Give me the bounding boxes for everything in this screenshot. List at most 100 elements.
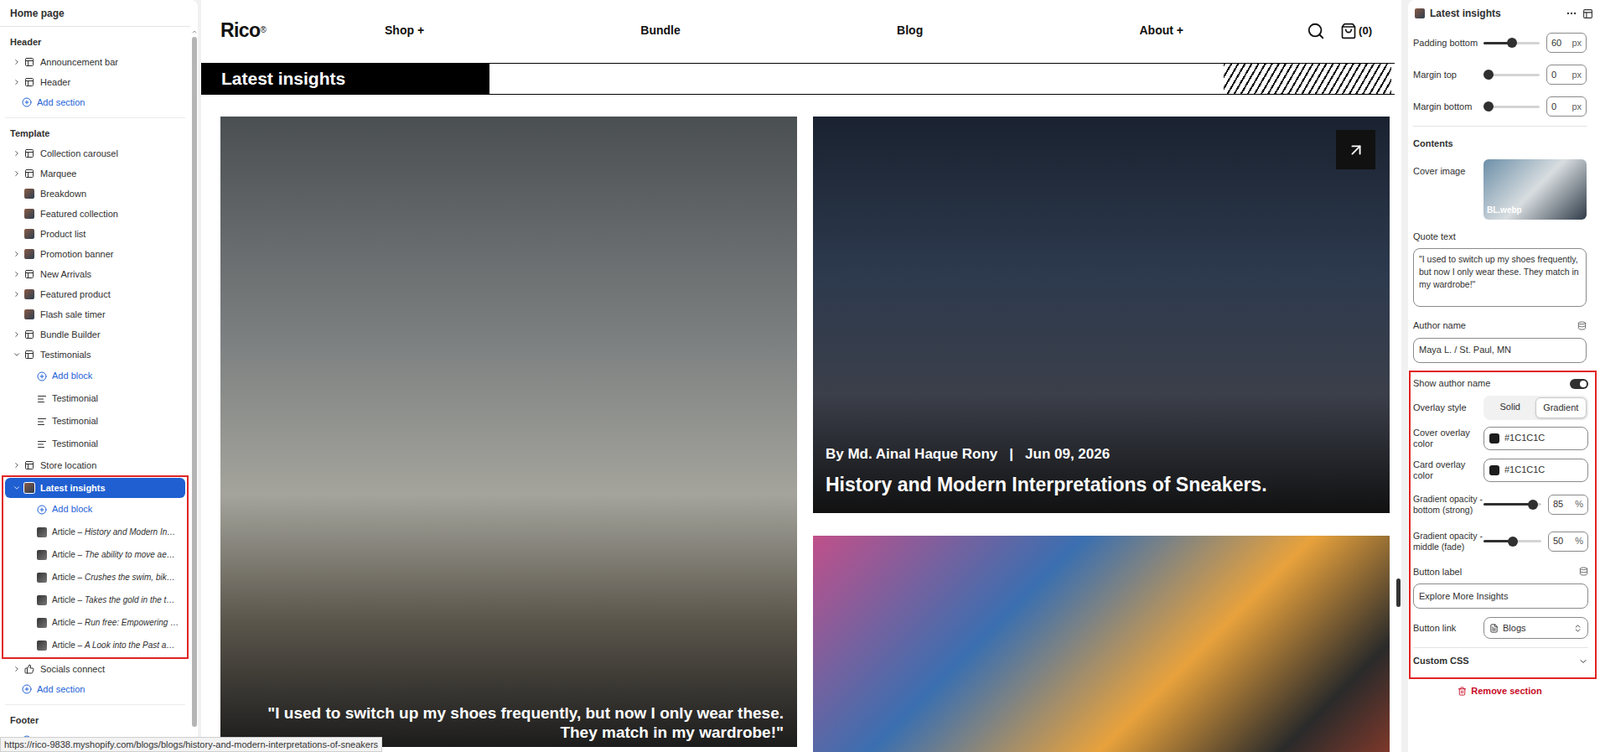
section-title-bar: Latest insights xyxy=(201,62,1395,95)
expand-icon[interactable] xyxy=(12,57,21,67)
article-block[interactable]: Article – A Look into the Past a… xyxy=(5,633,186,657)
article-card[interactable]: By Md. Ainal Haque Rony|Jun 09, 2026Hist… xyxy=(812,116,1390,513)
spacing-slider[interactable] xyxy=(1483,36,1540,49)
sidebar-item[interactable]: Store location xyxy=(5,455,186,476)
expand-icon[interactable] xyxy=(12,169,21,178)
opacity-slider[interactable] xyxy=(1483,535,1542,548)
feature-card[interactable]: "I used to switch up my shoes frequently… xyxy=(220,116,798,747)
segment-option[interactable]: Gradient xyxy=(1535,397,1588,419)
article-block[interactable]: Article – Run free: Empowering … xyxy=(5,611,186,634)
sidebar-title: Home page xyxy=(0,0,191,27)
author-input[interactable]: Maya L. / St. Paul, MN xyxy=(1413,337,1587,363)
sidebar-item[interactable]: Testimonials xyxy=(5,344,186,365)
sidebar-item[interactable]: Collection carousel xyxy=(5,143,186,164)
color-swatch[interactable] xyxy=(1489,433,1500,444)
sidebar-item[interactable]: Featured collection xyxy=(5,203,186,224)
button-link-select[interactable]: Blogs xyxy=(1483,616,1589,639)
article-block[interactable]: Article – Takes the gold in the t… xyxy=(5,588,186,612)
slider-thumb[interactable] xyxy=(1506,37,1518,48)
color-swatch[interactable] xyxy=(1489,465,1500,476)
add-block-button[interactable]: Add block xyxy=(5,364,186,388)
number-input[interactable]: 50% xyxy=(1548,531,1589,552)
slider-thumb[interactable] xyxy=(1483,101,1494,112)
collapse-icon[interactable] xyxy=(12,483,21,492)
add-section-button[interactable]: Add section xyxy=(5,92,186,113)
nav-link[interactable]: About + xyxy=(1139,21,1184,40)
article-block[interactable]: Article – The ability to move ae… xyxy=(5,543,186,566)
nav-link[interactable]: Blog xyxy=(896,21,923,40)
sidebar-item[interactable]: Bundle Builder xyxy=(5,324,186,345)
show-author-toggle[interactable] xyxy=(1569,378,1589,389)
article-open-button[interactable] xyxy=(1335,129,1376,170)
sidebar-item[interactable]: Announcement bar xyxy=(5,51,186,73)
testimonial-block[interactable]: Testimonial xyxy=(5,387,186,410)
expand-icon[interactable] xyxy=(12,269,21,279)
sidebar-scrollbar[interactable] xyxy=(190,0,198,752)
color-input[interactable]: #1C1C1C xyxy=(1483,458,1589,482)
sidebar-item[interactable]: Header xyxy=(5,72,186,93)
spacing-slider[interactable] xyxy=(1483,68,1540,81)
quote-setting: Quote text"I used to switch up my shoes … xyxy=(1413,229,1587,308)
segment-option[interactable]: Solid xyxy=(1485,397,1536,419)
testimonial-block[interactable]: Testimonial xyxy=(5,432,186,456)
add-section-button[interactable]: Add section xyxy=(5,678,186,700)
number-input[interactable]: 0px xyxy=(1546,64,1587,85)
cart-icon xyxy=(1340,22,1357,40)
section-icon xyxy=(24,148,35,159)
dynamic-source-icon[interactable] xyxy=(1579,566,1589,576)
store-logo[interactable]: Rico® xyxy=(220,15,385,46)
opacity-slider[interactable] xyxy=(1483,498,1542,511)
section-icon xyxy=(24,349,35,360)
scroll-thumb[interactable] xyxy=(1396,578,1401,607)
panel-toggle-icon[interactable] xyxy=(1582,8,1594,20)
nav-link[interactable]: Bundle xyxy=(640,21,680,40)
sidebar-item[interactable]: Promotion banner xyxy=(5,243,186,265)
sidebar-item[interactable]: Product list xyxy=(5,223,186,244)
number-input[interactable]: 60px xyxy=(1546,32,1587,53)
number-input[interactable]: 0px xyxy=(1546,96,1587,117)
spacing-slider[interactable] xyxy=(1483,100,1540,113)
scroll-up-icon[interactable] xyxy=(191,28,198,36)
more-icon[interactable] xyxy=(1565,7,1578,20)
expand-icon[interactable] xyxy=(12,149,21,158)
button-label-input[interactable]: Explore More Insights xyxy=(1413,583,1589,609)
opacity-setting: Gradient opacity - middle (fade)50% xyxy=(1413,522,1589,560)
expand-icon[interactable] xyxy=(12,77,21,87)
add-block-button[interactable]: Add block xyxy=(5,497,186,521)
cart-button[interactable]: (0) xyxy=(1340,22,1373,40)
slider-thumb[interactable] xyxy=(1507,536,1518,547)
expand-icon[interactable] xyxy=(12,664,21,674)
expand-icon[interactable] xyxy=(12,330,21,339)
article-card[interactable] xyxy=(812,535,1390,752)
color-input[interactable]: #1C1C1C xyxy=(1483,426,1589,451)
sidebar-item[interactable]: Socials connect xyxy=(5,658,186,679)
sidebar-item[interactable]: Featured product xyxy=(5,284,186,305)
testimonial-block[interactable]: Testimonial xyxy=(5,409,186,433)
collapse-icon[interactable] xyxy=(12,350,21,359)
nav-link[interactable]: Shop + xyxy=(384,21,425,40)
slider-thumb[interactable] xyxy=(1483,69,1494,80)
expand-icon[interactable] xyxy=(12,460,21,470)
custom-css-toggle[interactable]: Custom CSS xyxy=(1413,647,1589,674)
expand-icon[interactable] xyxy=(12,289,21,299)
preview-scrollbar[interactable] xyxy=(1394,0,1402,752)
number-input[interactable]: 85% xyxy=(1548,494,1589,515)
search-icon[interactable] xyxy=(1306,21,1326,41)
expand-icon[interactable] xyxy=(12,249,21,259)
article-block[interactable]: Article – Crushes the swim, bik… xyxy=(5,565,186,589)
group-label: Footer xyxy=(5,709,186,731)
sidebar-item[interactable]: Flash sale timer xyxy=(5,304,186,325)
sidebar-item[interactable]: Marquee xyxy=(5,163,186,184)
sidebar-item[interactable]: Breakdown xyxy=(5,183,186,204)
remove-section-button[interactable]: Remove section xyxy=(1413,682,1587,700)
sidebar-item[interactable]: Latest insights xyxy=(5,477,186,498)
sidebar-item[interactable]: New Arrivals xyxy=(5,264,186,285)
cover-image-picker[interactable]: BL.webp xyxy=(1483,159,1587,220)
article-block[interactable]: Article – History and Modern In… xyxy=(5,520,186,544)
sidebar-item-group: Featured product xyxy=(5,284,186,305)
scroll-thumb[interactable] xyxy=(191,36,197,727)
quote-textarea[interactable]: "I used to switch up my shoes frequently… xyxy=(1413,248,1587,307)
spacing-setting: Margin bottom0px xyxy=(1413,90,1587,123)
slider-thumb[interactable] xyxy=(1527,499,1538,510)
dynamic-source-icon[interactable] xyxy=(1577,321,1587,331)
